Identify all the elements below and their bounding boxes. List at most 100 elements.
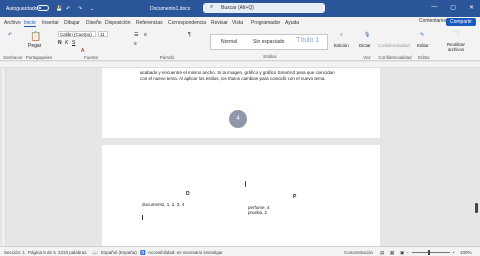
bullets-icon[interactable]: ☰	[134, 32, 138, 38]
style-titulo-1[interactable]: Título 1	[296, 37, 319, 44]
group-clipboard-label: Portapapeles	[25, 55, 53, 60]
document-filename[interactable]: Documento1.docx	[150, 6, 190, 12]
group-paragraph-label: Párrafo	[159, 55, 175, 60]
group-styles-label: Estilos	[263, 54, 277, 59]
tab-revisar[interactable]: Revisar	[211, 20, 228, 26]
maximize-icon[interactable]: ▢	[450, 4, 456, 11]
zoom-slider[interactable]	[412, 252, 450, 253]
qat-dropdown-icon[interactable]: ⌄	[90, 6, 94, 12]
tab-correspondencia[interactable]: Correspondencia	[168, 20, 206, 26]
font-color-icon[interactable]: A	[81, 48, 84, 54]
status-bar: Sección: 1 Página 5 de 5 2233 palabras 📖…	[0, 246, 480, 256]
document-page-5[interactable]: D P documento, 1, 2, 3, 4 perfume, 4 pru…	[102, 145, 380, 247]
group-font: Calibri (Cuerpo) 11 N K S A Fuente	[56, 29, 126, 60]
search-placeholder: Buscar (Alt+Q)	[221, 5, 254, 11]
print-layout-icon[interactable]: ▦	[390, 250, 394, 256]
redo-icon[interactable]: ↷	[78, 6, 82, 12]
index-entry-documento: documento, 1, 2, 3, 4	[142, 202, 185, 207]
microphone-icon: 🎙	[364, 32, 371, 38]
bold-icon[interactable]: N	[58, 40, 62, 46]
status-accessibility[interactable]: Accesibilidad: es necesario investigar	[148, 250, 223, 255]
font-name-select[interactable]: Calibri (Cuerpo)	[58, 31, 96, 37]
autosave-toggle[interactable]	[37, 5, 49, 11]
tab-inicio[interactable]: Inicio	[24, 20, 36, 27]
undo-icon[interactable]: ↶	[66, 6, 70, 12]
index-letter-d: D	[186, 191, 190, 197]
reuse-files-button[interactable]: Reutilizar archivos	[439, 42, 473, 52]
zoom-out-icon[interactable]: −	[406, 250, 409, 255]
document-page-4[interactable]: acabado y encuentre el mismo ancho. Si l…	[102, 68, 380, 138]
tab-dibujar[interactable]: Dibujar	[64, 20, 80, 26]
tab-insertar[interactable]: Insertar	[42, 20, 59, 26]
style-normal[interactable]: Normal	[221, 39, 237, 45]
underline-icon[interactable]: S	[72, 40, 75, 46]
search-edit-icon: ⌕	[340, 32, 343, 38]
vertical-ruler	[2, 68, 6, 246]
clipboard-icon: 📋	[30, 31, 42, 41]
reuse-files-icon: 📄	[453, 32, 460, 38]
tab-archivo[interactable]: Archivo	[4, 20, 21, 26]
scrollbar-thumb[interactable]	[475, 203, 478, 213]
tab-diseno[interactable]: Diseño	[86, 20, 102, 26]
numbering-icon[interactable]: ≡	[144, 32, 147, 38]
group-clipboard: 📋 Pegar Portapapeles	[25, 29, 53, 60]
search-box[interactable]: ⌕ Buscar (Alt+Q)	[203, 3, 325, 13]
group-voice-label: Voz	[363, 55, 371, 60]
group-sensitivity-label: Confidencialidad	[378, 55, 412, 60]
group-editor-label: Editor	[418, 55, 430, 60]
ribbon-tabs: Archivo Inicio Insertar Dibujar Diseño D…	[0, 17, 480, 28]
status-section[interactable]: Sección: 1	[4, 250, 25, 255]
style-sin-espaciado[interactable]: Sin espaciado	[253, 39, 284, 45]
i-beam-cursor	[245, 181, 246, 187]
save-icon[interactable]: 💾	[56, 6, 62, 12]
status-language[interactable]: Español (España)	[101, 250, 137, 255]
vertical-scrollbar[interactable]	[474, 68, 480, 246]
focus-mode[interactable]: Concentración	[344, 250, 373, 255]
zoom-in-icon[interactable]: +	[452, 250, 455, 255]
group-undo-label: Deshacer	[3, 55, 23, 60]
ribbon-undo-icon[interactable]: ↶	[8, 32, 12, 38]
share-button[interactable]: Compartir	[446, 18, 476, 26]
ribbon: ↶ Deshacer 📋 Pegar Portapapeles Calibri …	[0, 28, 480, 61]
editor-button[interactable]: Editor	[417, 43, 429, 48]
italic-icon[interactable]: K	[65, 40, 68, 46]
align-left-icon[interactable]: ≡	[134, 41, 137, 47]
editing-button[interactable]: Edición	[334, 43, 349, 48]
font-size-select[interactable]: 11	[98, 31, 108, 37]
tab-disposicion[interactable]: Disposición	[105, 20, 131, 26]
group-editing: ⌕ Edición	[333, 29, 355, 60]
search-icon: ⌕	[210, 4, 214, 10]
tab-vista[interactable]: Vista	[232, 20, 243, 26]
group-editor: ✎ Editor Editor	[412, 29, 436, 60]
zoom-level[interactable]: 100%	[460, 250, 472, 255]
web-layout-icon[interactable]: ▣	[400, 250, 404, 256]
dictate-button[interactable]: Dictar	[359, 43, 371, 48]
minimize-icon[interactable]: —	[431, 4, 437, 11]
paste-button[interactable]: Pegar	[28, 43, 41, 49]
page-number-badge: 4	[229, 110, 247, 128]
zoom-slider-knob[interactable]	[428, 250, 430, 255]
tab-ayuda[interactable]: Ayuda	[285, 20, 299, 26]
group-reuse: 📄 Reutilizar archivos	[436, 29, 476, 60]
accessibility-icon[interactable]: ♿	[140, 250, 146, 256]
read-mode-icon[interactable]: ▤	[380, 250, 384, 256]
proofing-icon[interactable]: 📖	[92, 250, 98, 256]
autosave-label: Autoguardado	[6, 6, 38, 12]
status-words[interactable]: 2233 palabras	[58, 250, 87, 255]
tab-programador[interactable]: Programador	[251, 20, 280, 26]
styles-gallery: Normal Sin espaciado Título 1	[210, 34, 328, 50]
pilcrow-icon[interactable]: ¶	[188, 32, 191, 38]
group-paragraph: ☰ ≡ ¶ ≡ Párrafo	[130, 29, 204, 60]
group-undo: ↶ Deshacer	[2, 29, 24, 60]
group-sensitivity: Confidencialidad Confidencialidad	[378, 29, 412, 60]
close-icon[interactable]: ✕	[469, 4, 474, 11]
page-text: acabado y encuentre el mismo ancho. Si l…	[140, 70, 335, 81]
index-entry-prueba: prueba, 2	[248, 210, 268, 215]
comments-button[interactable]: Comentarios	[419, 18, 447, 24]
status-page[interactable]: Página 5 de 5	[28, 250, 56, 255]
group-voice: 🎙 Dictar Voz	[356, 29, 378, 60]
sensitivity-button[interactable]: Confidencialidad	[378, 43, 410, 48]
tab-referencias[interactable]: Referencias	[136, 20, 163, 26]
title-bar: Autoguardado 💾 ↶ ↷ ⌄ Documento1.docx ⌕ B…	[0, 0, 480, 17]
group-font-label: Fuente	[83, 55, 98, 60]
